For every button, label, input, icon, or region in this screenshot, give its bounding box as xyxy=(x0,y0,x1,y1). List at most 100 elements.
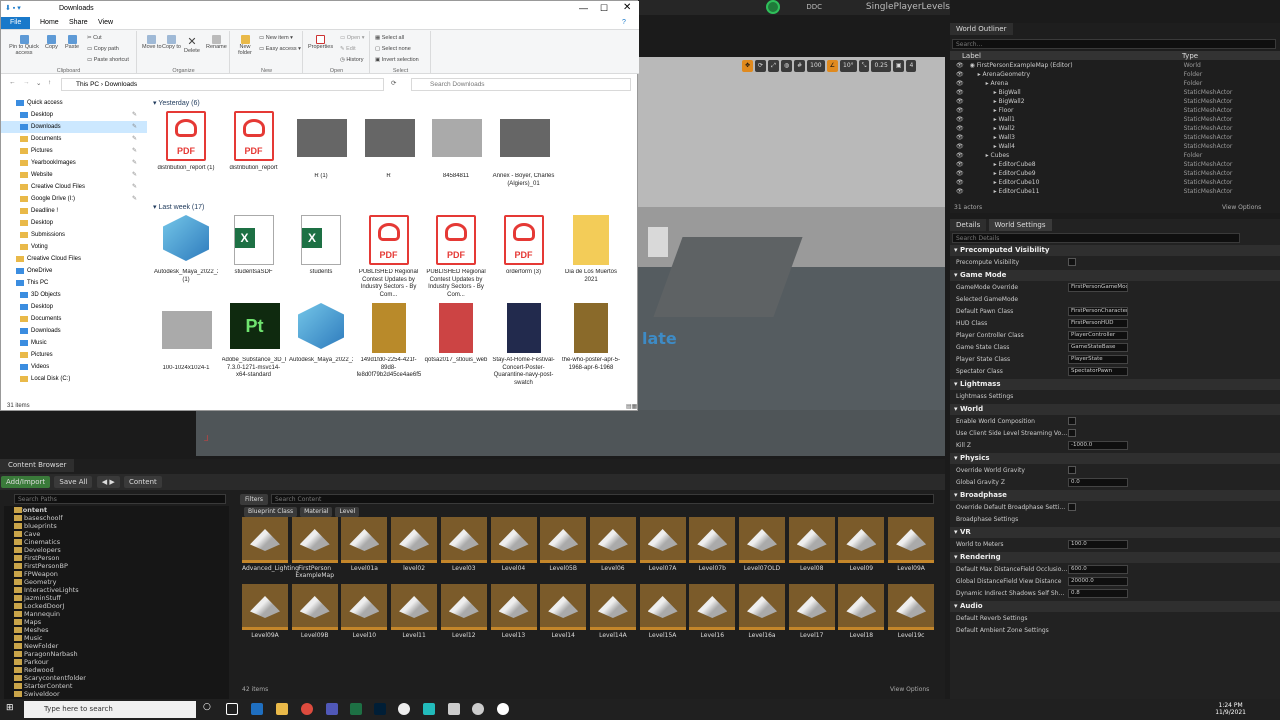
easy-access-button[interactable]: ▭ Easy access ▾ xyxy=(259,46,301,52)
level-asset[interactable]: Level07OLD xyxy=(739,517,785,584)
edit-button[interactable]: ✎ Edit xyxy=(340,46,356,52)
file-item[interactable]: the-who-poster-apr-5-1968-apr-6-1968 xyxy=(559,303,623,372)
filter-chip[interactable]: Level xyxy=(335,507,360,517)
outliner-row[interactable]: 👁︎ ▸ Wall3 StaticMeshActor xyxy=(956,134,1276,143)
visibility-eye-icon[interactable]: 👁︎ xyxy=(956,80,964,89)
property-value-field[interactable]: 600.0 xyxy=(1068,564,1128,574)
file-item[interactable]: PDF orderform (3) xyxy=(492,215,556,277)
content-folder[interactable]: FirstPersonBP xyxy=(4,562,229,570)
search-content-input[interactable]: Search Content xyxy=(271,494,934,504)
property-checkbox[interactable] xyxy=(1068,417,1076,425)
select-all-button[interactable]: ▦ Select all xyxy=(375,35,404,41)
up-icon[interactable]: ↑ xyxy=(48,79,51,86)
taskbar-clock[interactable]: 1:24 PM 11/9/2021 xyxy=(1215,702,1246,716)
camera-speed-value[interactable]: 4 xyxy=(906,60,917,72)
file-item[interactable]: PDF distribution_report (1) xyxy=(154,111,218,173)
details-section-header[interactable]: ▾ Broadphase xyxy=(950,490,1280,501)
address-bar[interactable]: This PC › Downloads xyxy=(61,78,384,91)
content-folder[interactable]: NewFolder xyxy=(4,642,229,650)
outliner-row[interactable]: 👁︎ ▸ Cubes Folder xyxy=(956,152,1276,161)
content-folder[interactable]: FPWeapon xyxy=(4,570,229,578)
content-folder[interactable]: Cinematics xyxy=(4,538,229,546)
nav-item[interactable]: Pictures xyxy=(1,349,147,361)
visibility-eye-icon[interactable]: 👁︎ xyxy=(956,71,964,80)
teams-icon[interactable] xyxy=(326,703,338,715)
property-value-field[interactable]: FirstPersonCharacter xyxy=(1068,306,1128,316)
property-value-field[interactable]: 0.0 xyxy=(1068,477,1128,487)
properties-button[interactable]: Properties xyxy=(308,35,333,50)
pin-quick-access-button[interactable]: Pin to Quick access xyxy=(7,35,41,56)
level-asset[interactable]: Level17 xyxy=(788,584,835,651)
nav-item[interactable]: Deadline ! xyxy=(1,205,147,217)
close-icon[interactable]: ✕ xyxy=(623,2,631,13)
level-asset[interactable]: Level04 xyxy=(490,517,537,584)
chrome-icon[interactable] xyxy=(301,703,313,715)
nav-item[interactable]: Google Drive (I:) ✎ xyxy=(1,193,147,205)
outliner-row[interactable]: 👁︎ ▸ Wall4 StaticMeshActor xyxy=(956,143,1276,152)
visibility-eye-icon[interactable]: 👁︎ xyxy=(956,161,964,170)
maximize-icon[interactable]: ☐ xyxy=(600,3,608,14)
content-folder[interactable]: Content xyxy=(4,506,229,514)
outliner-row[interactable]: 👁︎ ▸ EditorCube8 StaticMeshActor xyxy=(956,161,1276,170)
visibility-eye-icon[interactable]: 👁︎ xyxy=(956,89,964,98)
content-folder[interactable]: baseschoolf xyxy=(4,514,229,522)
property-checkbox[interactable] xyxy=(1068,258,1076,266)
nav-item[interactable]: Videos xyxy=(1,361,147,373)
task-view-icon[interactable] xyxy=(226,703,238,715)
outliner-row[interactable]: 👁︎ ▸ EditorCube11 StaticMeshActor xyxy=(956,188,1276,197)
scale-tool-icon[interactable]: ⤢ xyxy=(768,60,779,72)
file-item[interactable]: PDF PUBLISHED Regional Contest Updates by… xyxy=(357,215,421,299)
open-button[interactable]: ▭ Open ▾ xyxy=(340,35,365,41)
nav-item[interactable]: This PC xyxy=(1,277,147,289)
file-item[interactable]: 149d1fd0-2254-421f-89d8-fe8d0f79b2d45ce4… xyxy=(357,303,421,380)
nav-item[interactable]: Creative Cloud Files ✎ xyxy=(1,181,147,193)
outliner-row[interactable]: 👁︎ ▸ EditorCube10 StaticMeshActor xyxy=(956,179,1276,188)
excel-icon[interactable] xyxy=(350,703,362,715)
nav-item[interactable]: Creative Cloud Files xyxy=(1,253,147,265)
details-search-input[interactable]: Search Details xyxy=(952,233,1240,243)
cut-button[interactable]: ✂ Cut xyxy=(87,35,102,41)
level-asset[interactable]: Level14 xyxy=(540,584,587,651)
visibility-eye-icon[interactable]: 👁︎ xyxy=(956,125,964,134)
quick-access-toolbar-icon[interactable]: ⬇ ▪ ▾ xyxy=(5,4,21,12)
nav-item[interactable]: Pictures ✎ xyxy=(1,145,147,157)
visibility-eye-icon[interactable]: 👁︎ xyxy=(956,134,964,143)
visibility-eye-icon[interactable]: 👁︎ xyxy=(956,143,964,152)
level-asset[interactable]: Level08 xyxy=(788,517,835,584)
nav-item[interactable]: Voting xyxy=(1,241,147,253)
save-all-button[interactable]: Save All xyxy=(54,476,93,488)
grid-snap-icon[interactable]: # xyxy=(794,60,806,72)
level-asset[interactable]: Level13 xyxy=(490,584,537,651)
rename-button[interactable]: Rename xyxy=(206,35,227,50)
back-forward-icon[interactable]: ◀ ▶ xyxy=(96,476,120,488)
property-value-field[interactable]: GameStateBase xyxy=(1068,342,1128,352)
level-asset[interactable]: Level09 xyxy=(838,517,885,584)
invert-selection-button[interactable]: ▣ Invert selection xyxy=(375,57,419,63)
outlook-icon[interactable] xyxy=(251,703,263,715)
camera-speed-icon[interactable]: ▣ xyxy=(892,60,905,72)
content-folder[interactable]: Swiveldoor xyxy=(4,690,229,698)
outliner-row[interactable]: 👁︎ ◉ FirstPersonExampleMap (Editor) World xyxy=(956,62,1276,71)
level-asset[interactable]: Advanced_Lighting xyxy=(242,517,299,584)
outliner-row[interactable]: 👁︎ ▸ Floor StaticMeshActor xyxy=(956,107,1276,116)
nav-item[interactable]: Desktop xyxy=(1,217,147,229)
nav-item[interactable]: Desktop xyxy=(1,301,147,313)
recent-locations-icon[interactable]: ⌄ xyxy=(36,79,41,87)
paste-shortcut-button[interactable]: ▭ Paste shortcut xyxy=(87,57,129,63)
col-label[interactable]: Label xyxy=(962,52,981,60)
property-checkbox[interactable] xyxy=(1068,429,1076,437)
cb-view-options[interactable]: View Options xyxy=(890,686,929,693)
visibility-eye-icon[interactable]: 👁︎ xyxy=(956,179,964,188)
group-header[interactable]: ▾ Yesterday (6) xyxy=(153,99,200,107)
visibility-eye-icon[interactable]: 👁︎ xyxy=(956,116,964,125)
pin-icon[interactable]: ✎ xyxy=(132,121,137,133)
level-asset[interactable]: Level14A xyxy=(589,584,636,651)
group-header[interactable]: ▾ Last week (17) xyxy=(153,203,204,211)
level-asset[interactable]: Level06 xyxy=(589,517,636,584)
property-checkbox[interactable] xyxy=(1068,503,1076,511)
nav-item[interactable]: Music xyxy=(1,337,147,349)
content-folder[interactable]: Parkour xyxy=(4,658,229,666)
level-asset[interactable]: Level09B xyxy=(291,584,338,651)
tab-home[interactable]: Home xyxy=(35,18,64,27)
file-item[interactable]: R xyxy=(357,111,421,181)
